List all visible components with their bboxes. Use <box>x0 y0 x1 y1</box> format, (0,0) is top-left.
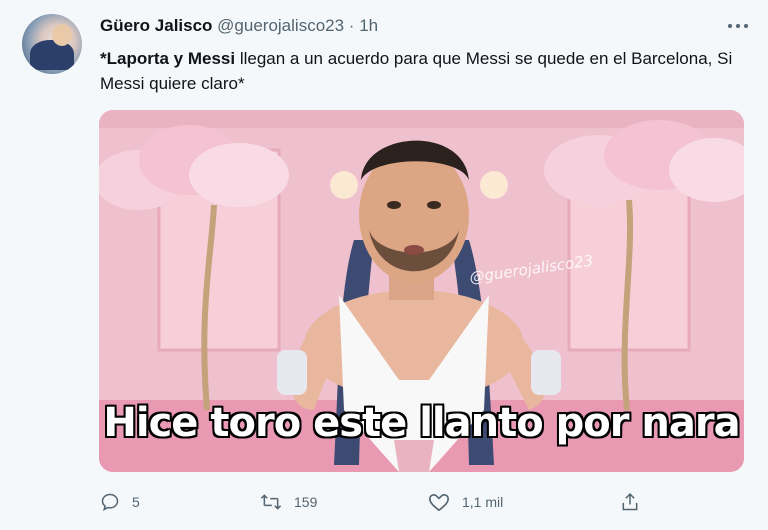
meme-caption: Hice toro este llanto por nara <box>103 400 740 446</box>
eye-left <box>387 201 401 209</box>
glove-right <box>531 350 561 395</box>
retweet-icon <box>260 494 282 510</box>
feather-plume-left-3 <box>189 143 289 207</box>
tweet-text: *Laporta y Messi llegan a un acuerdo par… <box>100 46 740 96</box>
more-dot <box>736 24 740 28</box>
tweet-card[interactable]: Güero Jalisco @guerojalisco23 · 1h *Lapo… <box>0 0 768 530</box>
share-button[interactable] <box>620 488 652 516</box>
tweet-image[interactable]: @guerojalisco23 Hice toro este llanto po… <box>99 110 744 472</box>
tweet-text-bold: *Laporta y Messi <box>100 49 236 68</box>
heart-icon <box>429 494 449 512</box>
tweet-time[interactable]: 1h <box>359 16 378 35</box>
reply-button[interactable]: 5 <box>100 488 140 516</box>
eye-right <box>427 201 441 209</box>
like-button[interactable]: 1,1 mil <box>428 488 503 516</box>
avatar[interactable] <box>22 14 82 74</box>
share-icon <box>622 493 638 511</box>
more-icon[interactable] <box>726 14 750 38</box>
tweet-actions: 5 159 1,1 mil <box>100 488 660 518</box>
reply-count: 5 <box>132 494 140 510</box>
avatar-head <box>52 24 72 46</box>
separator-dot: · <box>348 16 355 35</box>
author-name[interactable]: Güero Jalisco <box>100 16 212 35</box>
more-dot <box>728 24 732 28</box>
candle-glow-left <box>330 171 358 199</box>
retweet-count: 159 <box>294 494 318 510</box>
mouth <box>404 245 424 255</box>
glove-left <box>277 350 307 395</box>
more-dot <box>744 24 748 28</box>
retweet-button[interactable]: 159 <box>260 488 317 516</box>
reply-icon <box>101 493 119 511</box>
tweet-header: Güero Jalisco @guerojalisco23 · 1h <box>100 16 378 36</box>
like-count: 1,1 mil <box>462 494 504 510</box>
author-handle[interactable]: @guerojalisco23 <box>217 16 344 35</box>
avatar-figure <box>30 40 74 70</box>
candle-glow-right <box>480 171 508 199</box>
